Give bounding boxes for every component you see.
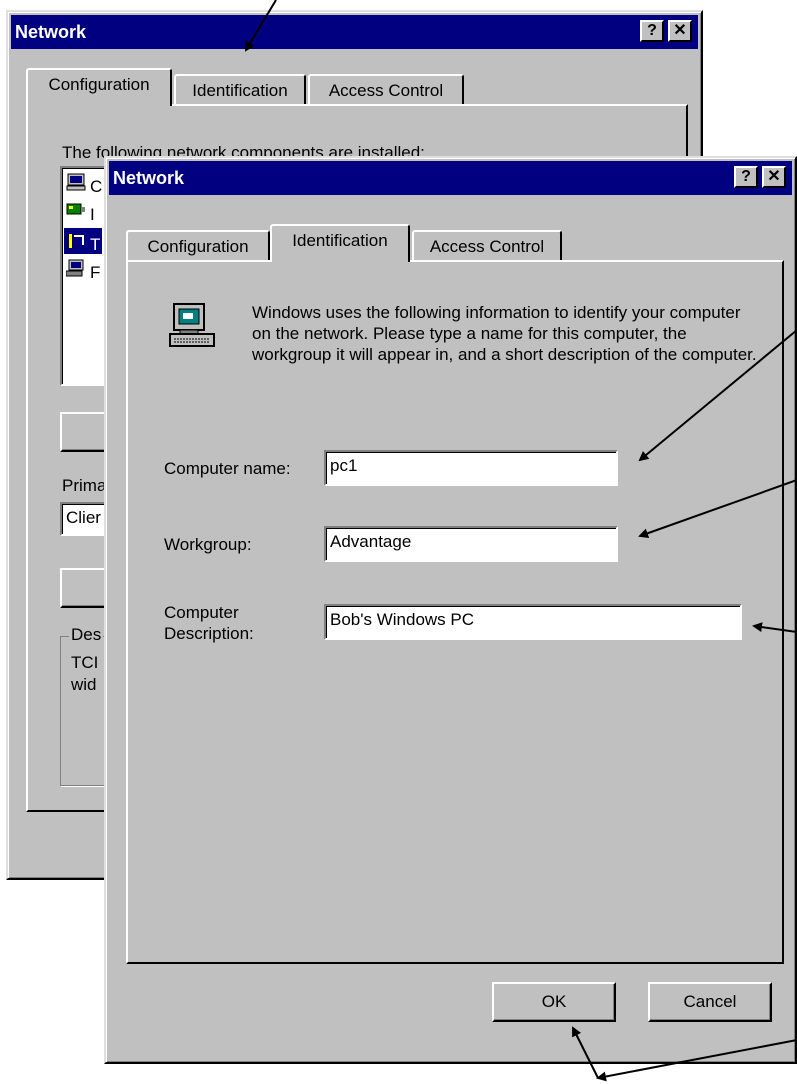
back-help-button[interactable]: ? bbox=[640, 20, 664, 42]
computer-name-field[interactable]: pc1 bbox=[324, 450, 618, 486]
back-title-bar[interactable]: Network ? ✕ bbox=[11, 15, 698, 49]
adapter-icon bbox=[66, 203, 85, 215]
front-title-bar[interactable]: Network ? ✕ bbox=[109, 161, 792, 195]
front-window-title: Network bbox=[113, 168, 185, 188]
list-item-selected[interactable]: T bbox=[64, 228, 102, 254]
cancel-button[interactable]: Cancel bbox=[648, 982, 772, 1022]
identification-panel: Windows uses the following information t… bbox=[126, 260, 784, 964]
service-icon bbox=[66, 259, 84, 277]
ok-button[interactable]: OK bbox=[492, 982, 616, 1022]
back-tab-configuration[interactable]: Configuration bbox=[26, 68, 172, 106]
workgroup-field[interactable]: Advantage bbox=[324, 526, 618, 562]
back-tab-access-control[interactable]: Access Control bbox=[308, 74, 464, 106]
front-close-button[interactable]: ✕ bbox=[762, 166, 786, 188]
computer-description-field[interactable]: Bob's Windows PC bbox=[324, 604, 742, 640]
computer-icon bbox=[169, 303, 215, 347]
workgroup-label: Workgroup: bbox=[164, 535, 252, 554]
list-item[interactable]: F bbox=[66, 258, 100, 282]
list-item[interactable]: C bbox=[66, 172, 102, 196]
client-icon bbox=[66, 173, 86, 191]
computer-name-label: Computer name: bbox=[164, 459, 291, 478]
back-window-title: Network bbox=[15, 22, 87, 42]
protocol-icon bbox=[69, 234, 84, 248]
front-network-window: Network ? ✕ Configuration Identification… bbox=[104, 156, 797, 1064]
tab-identification[interactable]: Identification bbox=[270, 224, 410, 262]
front-help-button[interactable]: ? bbox=[734, 166, 758, 188]
back-close-icon: ✕ bbox=[673, 22, 687, 39]
back-close-button[interactable]: ✕ bbox=[668, 20, 692, 42]
identification-info-text: Windows uses the following information t… bbox=[252, 303, 757, 364]
front-close-icon: ✕ bbox=[767, 168, 781, 185]
tab-access-control[interactable]: Access Control bbox=[412, 230, 562, 262]
list-item[interactable]: I bbox=[66, 200, 96, 224]
tab-configuration[interactable]: Configuration bbox=[126, 230, 270, 262]
description-label: Computer Description: bbox=[164, 603, 254, 643]
back-tab-identification[interactable]: Identification bbox=[174, 74, 306, 106]
